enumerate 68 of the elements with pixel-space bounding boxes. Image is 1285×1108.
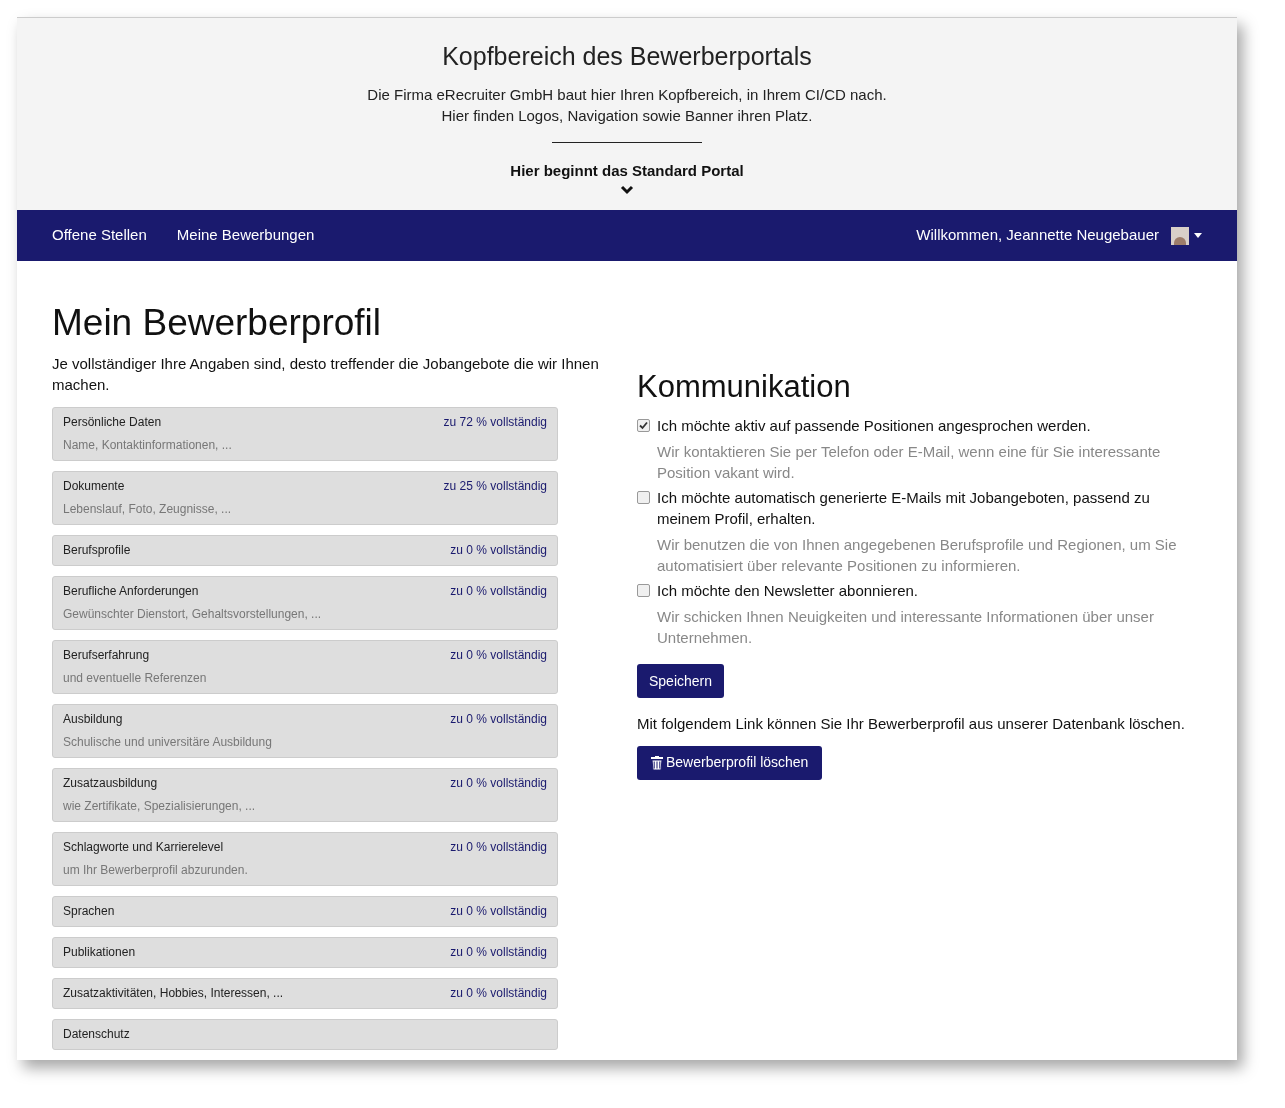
completion-status: zu 72 % vollständig xyxy=(443,414,547,431)
section-title: Berufsprofile xyxy=(63,542,131,559)
option-hint: Wir schicken Ihnen Neuigkeiten und interessante Informationen über unser Unternehmen. xyxy=(657,607,1155,648)
section-title: Datenschutz xyxy=(63,1026,130,1043)
section-title: Publikationen xyxy=(63,944,136,961)
section-title: Persönliche Daten xyxy=(63,414,162,431)
checkbox-label[interactable]: Ich möchte automatisch generierte E-Mails mit Jobangeboten, passend zu meinem Profil, erhalten. xyxy=(657,487,1197,529)
section-title: Zusatzaktivitäten, Hobbies, Interessen, ... xyxy=(63,985,284,1002)
checkbox[interactable] xyxy=(637,584,650,597)
section-title: Dokumente xyxy=(63,478,125,495)
section-subtitle: um Ihr Bewerberprofil abzurunden. xyxy=(63,862,249,879)
section-subtitle: Gewünschter Dienstort, Gehaltsvorstellungen, ... xyxy=(63,606,323,623)
section-title: Sprachen xyxy=(63,903,115,920)
save-button[interactable]: Speichern xyxy=(637,664,725,698)
section-subtitle: Name, Kontaktinformationen, ... xyxy=(63,437,233,454)
section-subtitle: Schulische und universitäre Ausbildung xyxy=(63,734,273,751)
completion-status: zu 0 % vollständig xyxy=(450,711,547,728)
section-title: Berufliche Anforderungen xyxy=(63,583,199,600)
section-title: Ausbildung xyxy=(63,711,123,728)
chevron-down-icon xyxy=(620,185,634,195)
completion-status: zu 0 % vollständig xyxy=(450,985,547,1002)
checkbox[interactable] xyxy=(637,491,650,504)
completion-status: zu 0 % vollständig xyxy=(450,944,547,961)
profile-section-card[interactable]: Publikationen zu 0 % vollständig xyxy=(52,937,558,968)
header-text: Die Firma eRecruiter GmbH baut hier Ihren Kopfbereich, in Ihrem CI/CD nach. xyxy=(367,84,887,105)
section-title: Zusatzausbildung xyxy=(63,775,158,792)
profile-section-card[interactable]: Dokumente zu 25 % vollständig Lebenslauf, Foto, Zeugnisse, ... xyxy=(52,471,558,525)
option-hint: Wir kontaktieren Sie per Telefon oder E-Mail, wenn eine für Sie interessante Position vakant wird. xyxy=(657,442,1162,483)
section-title: Berufserfahrung xyxy=(63,647,150,664)
checkbox[interactable] xyxy=(637,419,650,432)
section-subtitle: und eventuelle Referenzen xyxy=(63,670,208,687)
trash-icon xyxy=(651,755,663,770)
completion-status: zu 0 % vollständig xyxy=(450,903,547,920)
profile-section-card[interactable]: Zusatzausbildung zu 0 % vollständig wie Zertifikate, Spezialisierungen, ... xyxy=(52,768,558,822)
profile-section-card[interactable]: Datenschutz xyxy=(52,1019,558,1050)
option-hint: Wir benutzen die von Ihnen angegebenen Berufsprofile und Regionen, um Sie automatisiert über relevante Positionen zu informieren. xyxy=(657,535,1178,576)
intro-text: Je vollständiger Ihre Angaben sind, desto treffender die Jobangebote die wir Ihnen machen. xyxy=(52,354,600,395)
avatar-icon xyxy=(1171,226,1189,245)
profile-section-card[interactable]: Persönliche Daten zu 72 % vollständig Name, Kontaktinformationen, ... xyxy=(52,407,558,461)
profile-section-card[interactable]: Schlagworte und Karrierelevel zu 0 % vollständig um Ihr Bewerberprofil abzurunden. xyxy=(52,832,558,886)
completion-status: zu 0 % vollständig xyxy=(450,542,547,559)
profile-section-card[interactable]: Berufsprofile zu 0 % vollständig xyxy=(52,535,558,566)
delete-note: Mit folgendem Link können Sie Ihr Bewerberprofil aus unserer Datenbank löschen. xyxy=(637,714,1186,734)
completion-status: zu 0 % vollständig xyxy=(450,647,547,664)
checkbox-label[interactable]: Ich möchte den Newsletter abonnieren. xyxy=(657,580,918,601)
completion-status: zu 0 % vollständig xyxy=(450,775,547,792)
nav-link[interactable]: Offene Stellen xyxy=(52,224,147,247)
page-title: Mein Bewerberprofil xyxy=(52,301,383,345)
portal-start-label: Hier beginnt das Standard Portal xyxy=(510,160,744,181)
section-title: Kommunikation xyxy=(637,369,852,405)
profile-section-card[interactable]: Berufliche Anforderungen zu 0 % vollständig Gewünschter Dienstort, Gehaltsvorstellungen, ... xyxy=(52,576,558,630)
caret-icon[interactable] xyxy=(1194,233,1202,238)
completion-status: zu 0 % vollständig xyxy=(450,583,547,600)
profile-section-card[interactable]: Sprachen zu 0 % vollständig xyxy=(52,896,558,927)
section-title: Schlagworte und Karrierelevel xyxy=(63,839,224,856)
header-title: Kopfbereich des Bewerberportals xyxy=(442,41,812,72)
section-subtitle: wie Zertifikate, Spezialisierungen, ... xyxy=(63,798,257,815)
section-subtitle: Lebenslauf, Foto, Zeugnisse, ... xyxy=(63,501,233,518)
completion-status: zu 25 % vollständig xyxy=(443,478,547,495)
delete-profile-button[interactable]: Bewerberprofil löschen xyxy=(637,745,823,780)
nav-link[interactable]: Meine Bewerbungen xyxy=(176,224,315,247)
checkbox-label[interactable]: Ich möchte aktiv auf passende Positionen angesprochen werden. xyxy=(657,415,1091,436)
welcome-link[interactable]: Willkommen, Jeannette Neugebauer xyxy=(916,224,1159,247)
header-text: Hier finden Logos, Navigation sowie Banner ihren Platz. xyxy=(441,105,813,126)
profile-section-card[interactable]: Zusatzaktivitäten, Hobbies, Interessen, ... zu 0 % vollständig xyxy=(52,978,558,1009)
profile-section-card[interactable]: Berufserfahrung zu 0 % vollständig und eventuelle Referenzen xyxy=(52,640,558,694)
profile-section-card[interactable]: Ausbildung zu 0 % vollständig Schulische und universitäre Ausbildung xyxy=(52,704,558,758)
completion-status: zu 0 % vollständig xyxy=(450,839,547,856)
